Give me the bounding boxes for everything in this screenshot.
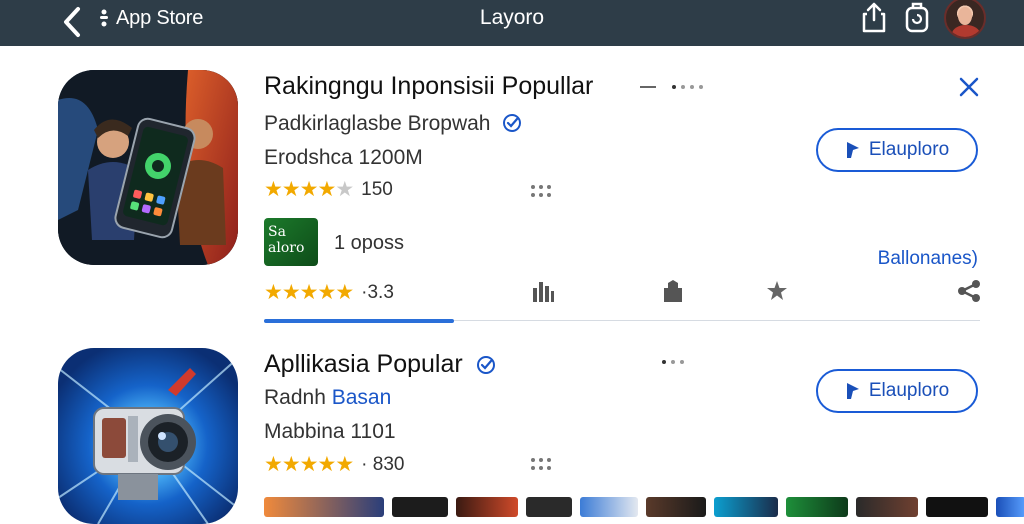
- verified-icon: [503, 114, 522, 132]
- back-chevron-icon[interactable]: [58, 5, 88, 39]
- back-link-label: App Store: [116, 6, 204, 29]
- developer-app-count: 1 oposs: [334, 232, 405, 254]
- developer-name: Padkirlaglasbe Bropwah: [264, 112, 491, 135]
- developer-logo[interactable]: Sa aloro: [264, 218, 318, 266]
- app-icon-camera[interactable]: [58, 348, 238, 524]
- back-to-app-store-link[interactable]: App Store: [98, 6, 203, 30]
- get-app-button-label: Elauploro: [868, 380, 950, 401]
- app-card[interactable]: Rakingngu Inponsisii Popullar Padkirlagl…: [0, 46, 1024, 326]
- developer-prefix: Radnh: [264, 386, 326, 409]
- tab-active-indicator[interactable]: [264, 319, 454, 323]
- clipboard-icon[interactable]: [900, 0, 934, 36]
- app-developer[interactable]: Radnh Basan: [264, 386, 391, 410]
- developer-name: Basan: [331, 386, 392, 409]
- app-title[interactable]: Apllikasia Popular: [264, 350, 496, 379]
- pin-icon: [846, 142, 859, 158]
- screenshot-thumb[interactable]: [856, 497, 918, 517]
- screenshot-thumb[interactable]: [264, 497, 384, 517]
- app-rating: ★★★★★ 150: [264, 177, 393, 202]
- more-apps-link[interactable]: Ballonanes): [878, 248, 978, 270]
- share-icon[interactable]: [858, 0, 890, 36]
- top-nav-bar: App Store Layoro: [0, 0, 1024, 46]
- pin-icon: [846, 383, 859, 399]
- app-title[interactable]: Rakingngu Inponsisii Popullar: [264, 72, 593, 101]
- screenshot-thumb[interactable]: [456, 497, 518, 517]
- page-dots-indicator: [672, 85, 703, 89]
- share-nodes-icon[interactable]: [956, 278, 982, 304]
- screenshot-thumb[interactable]: [646, 497, 706, 517]
- app-rating: ★★★★★ · 830: [264, 452, 404, 477]
- get-app-button[interactable]: Elauploro: [816, 128, 978, 172]
- rating-stars: ★★★★★: [264, 178, 354, 201]
- app-card[interactable]: Apllikasia Popular Radnh Basan Mabbina 1…: [0, 336, 1024, 524]
- download-count: Erodshca 1200M: [264, 146, 423, 169]
- page-title: Layoro: [479, 6, 545, 29]
- screenshot-thumb[interactable]: [714, 497, 778, 517]
- app-developer[interactable]: Padkirlaglasbe Bropwah: [264, 112, 522, 136]
- screenshot-strip[interactable]: [264, 497, 1024, 517]
- get-app-button[interactable]: Elauploro: [816, 369, 978, 413]
- app-store-icon: [100, 9, 108, 27]
- screenshot-thumb[interactable]: [392, 497, 448, 517]
- bag-icon[interactable]: [660, 278, 686, 304]
- bar-chart-icon[interactable]: [530, 278, 556, 304]
- rating-stars: ★★★★★: [264, 453, 354, 476]
- close-icon[interactable]: [958, 76, 980, 98]
- screenshot-thumb[interactable]: [786, 497, 848, 517]
- app-icon-phone-game[interactable]: [58, 70, 238, 265]
- camera-artwork-icon: [58, 357, 238, 524]
- rating-count: 150: [361, 178, 393, 200]
- user-avatar[interactable]: [944, 0, 986, 39]
- star-icon[interactable]: [764, 278, 790, 304]
- verified-icon: [476, 356, 495, 374]
- screenshot-thumb[interactable]: [526, 497, 572, 517]
- screenshot-thumb[interactable]: [926, 497, 988, 517]
- page-dots-indicator: [662, 360, 684, 364]
- app-title-text: Apllikasia Popular: [264, 350, 463, 378]
- screenshot-thumb[interactable]: [996, 497, 1024, 517]
- title-separator: [640, 86, 656, 88]
- grid-dots-icon[interactable]: [531, 458, 553, 472]
- grid-dots-icon[interactable]: [531, 185, 553, 199]
- download-count: Mabbina 1101: [264, 420, 396, 443]
- get-app-button-label: Elauploro: [868, 139, 950, 160]
- action-toolbar: [264, 278, 980, 308]
- screenshot-thumb[interactable]: [580, 497, 638, 517]
- rating-count: · 830: [361, 453, 405, 475]
- phone-game-artwork-icon: [58, 70, 238, 265]
